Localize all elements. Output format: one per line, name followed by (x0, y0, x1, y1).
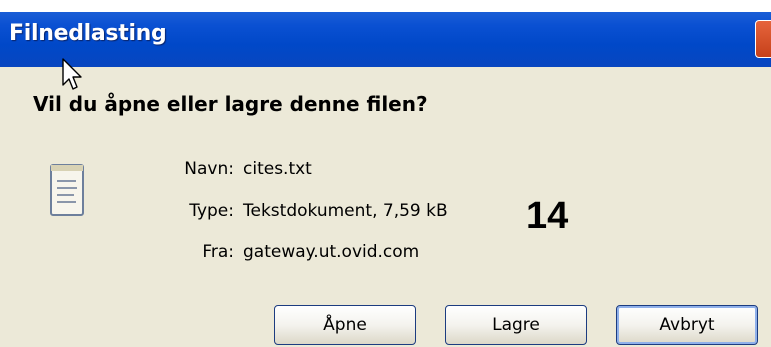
open-button[interactable]: Åpne (274, 305, 416, 345)
cancel-button[interactable]: Avbryt (616, 305, 758, 345)
mouse-pointer-icon (62, 58, 82, 90)
type-value: Tekstdokument, 7,59 kB (243, 201, 448, 221)
name-label: Navn: (184, 159, 234, 179)
file-source-row: Fra: gateway.ut.ovid.com (157, 242, 419, 262)
title-bar[interactable]: Filnedlasting (0, 12, 771, 67)
close-icon[interactable] (755, 20, 771, 58)
type-label: Type: (189, 201, 234, 221)
file-type-row: Type: Tekstdokument, 7,59 kB (157, 201, 448, 221)
text-file-icon (50, 164, 84, 216)
save-button[interactable]: Lagre (445, 305, 587, 345)
source-value: gateway.ut.ovid.com (243, 242, 420, 262)
file-name-row: Navn: cites.txt (157, 159, 312, 179)
annotation-number: 14 (526, 195, 569, 237)
source-label: Fra: (202, 242, 234, 262)
name-value: cites.txt (243, 159, 312, 179)
download-question: Vil du åpne eller lagre denne filen? (33, 92, 428, 116)
file-download-dialog: Filnedlasting Vil du åpne eller lagre de… (0, 12, 771, 347)
dialog-title: Filnedlasting (9, 21, 167, 46)
